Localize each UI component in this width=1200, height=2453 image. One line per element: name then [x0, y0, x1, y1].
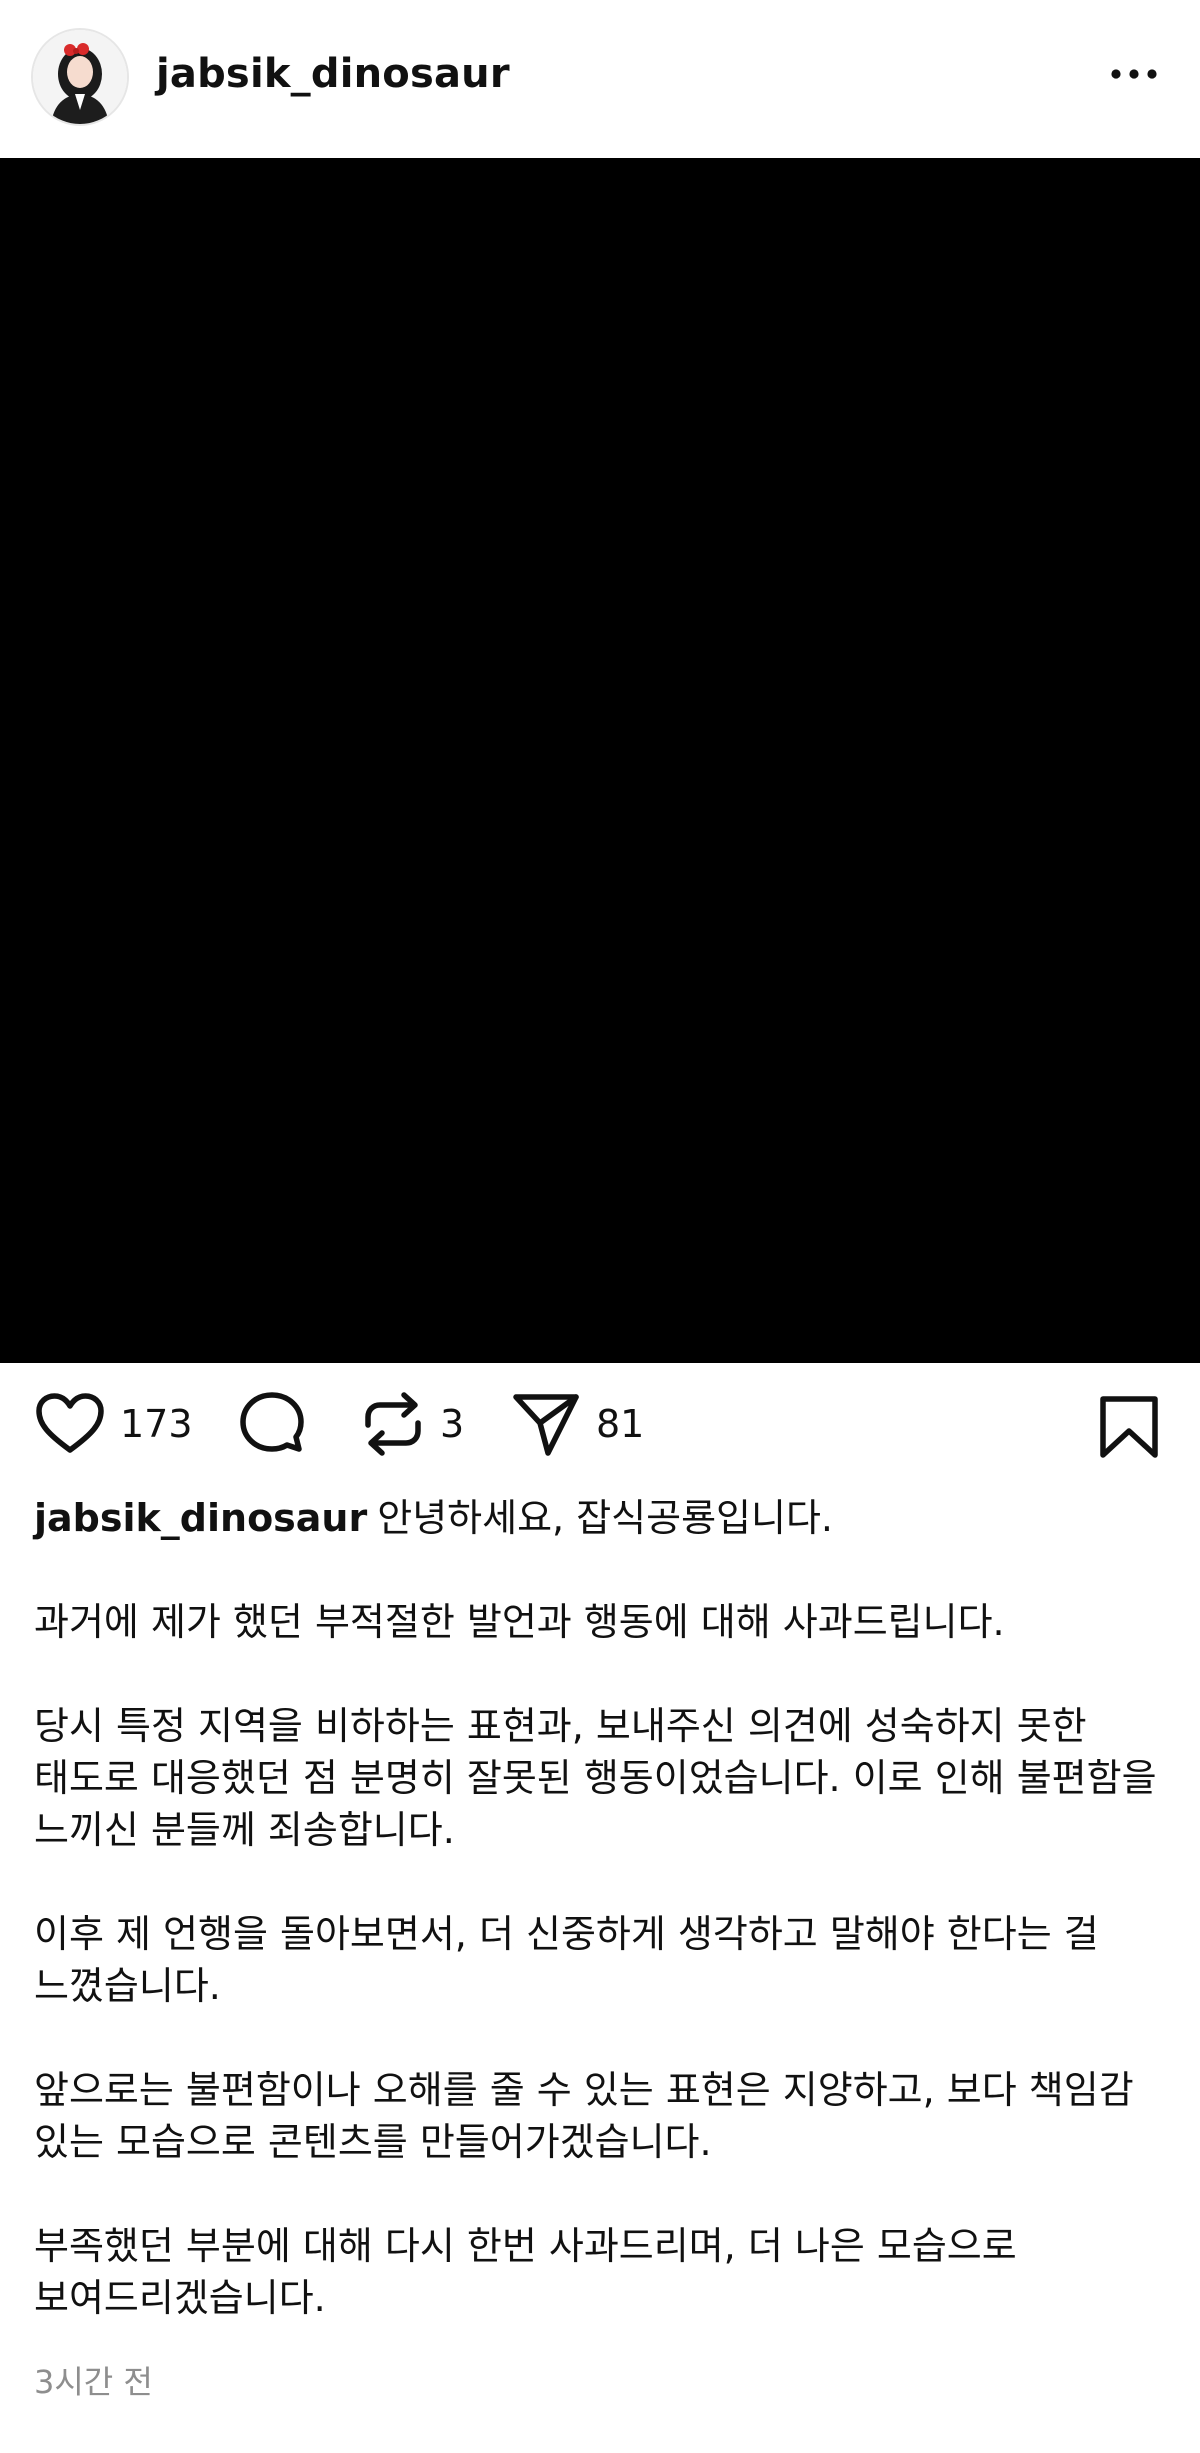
caption-paragraph: 이후 제 언행을 돌아보면서, 더 신중하게 생각하고 말해야 한다는 걸 느꼈…	[34, 1912, 1099, 2008]
heart-icon	[36, 1393, 104, 1453]
caption-paragraph: 부족했던 부분에 대해 다시 한번 사과드리며, 더 나은 모습으로 보여드리겠…	[34, 2224, 1017, 2320]
bookmark-icon	[1100, 1396, 1158, 1458]
share-button[interactable]: 81	[510, 1389, 644, 1459]
save-button[interactable]	[1096, 1391, 1162, 1461]
repost-button[interactable]: 3	[360, 1389, 464, 1459]
repost-icon	[365, 1392, 421, 1456]
post-header: jabsik_dinosaur	[0, 0, 1200, 158]
caption-paragraph: 앞으로는 불편함이나 오해를 줄 수 있는 표현은 지양하고, 보다 책임감 있…	[34, 2068, 1134, 2164]
comment-button[interactable]	[236, 1389, 308, 1459]
caption-paragraph: 당시 특정 지역을 비하하는 표현과, 보내주신 의견에 성숙하지 못한 태도로…	[34, 1704, 1157, 1852]
share-count: 81	[596, 1402, 645, 1446]
more-horizontal-icon	[1111, 69, 1157, 79]
post-media[interactable]	[0, 158, 1200, 1363]
post-timestamp: 3시간 전	[34, 2363, 153, 2401]
repost-count: 3	[440, 1402, 465, 1446]
profile-photo	[33, 30, 127, 124]
like-button[interactable]: 173	[34, 1389, 193, 1459]
caption-username[interactable]: jabsik_dinosaur	[34, 1496, 367, 1540]
username[interactable]: jabsik_dinosaur	[156, 46, 510, 102]
caption-greeting: 안녕하세요, 잡식공룡입니다.	[377, 1496, 833, 1540]
caption-paragraph: 과거에 제가 했던 부적절한 발언과 행동에 대해 사과드립니다.	[34, 1600, 1005, 1644]
send-icon	[513, 1394, 579, 1456]
avatar[interactable]	[31, 28, 129, 126]
caption-first-line: jabsik_dinosaur 안녕하세요, 잡식공룡입니다.	[34, 1492, 1166, 1544]
post-caption: jabsik_dinosaur 안녕하세요, 잡식공룡입니다. 과거에 제가 했던…	[34, 1492, 1166, 2376]
comment-icon	[240, 1392, 304, 1452]
more-options-button[interactable]	[1108, 60, 1160, 88]
action-bar: 173 3 81	[0, 1363, 1200, 1483]
like-count: 173	[120, 1402, 193, 1446]
